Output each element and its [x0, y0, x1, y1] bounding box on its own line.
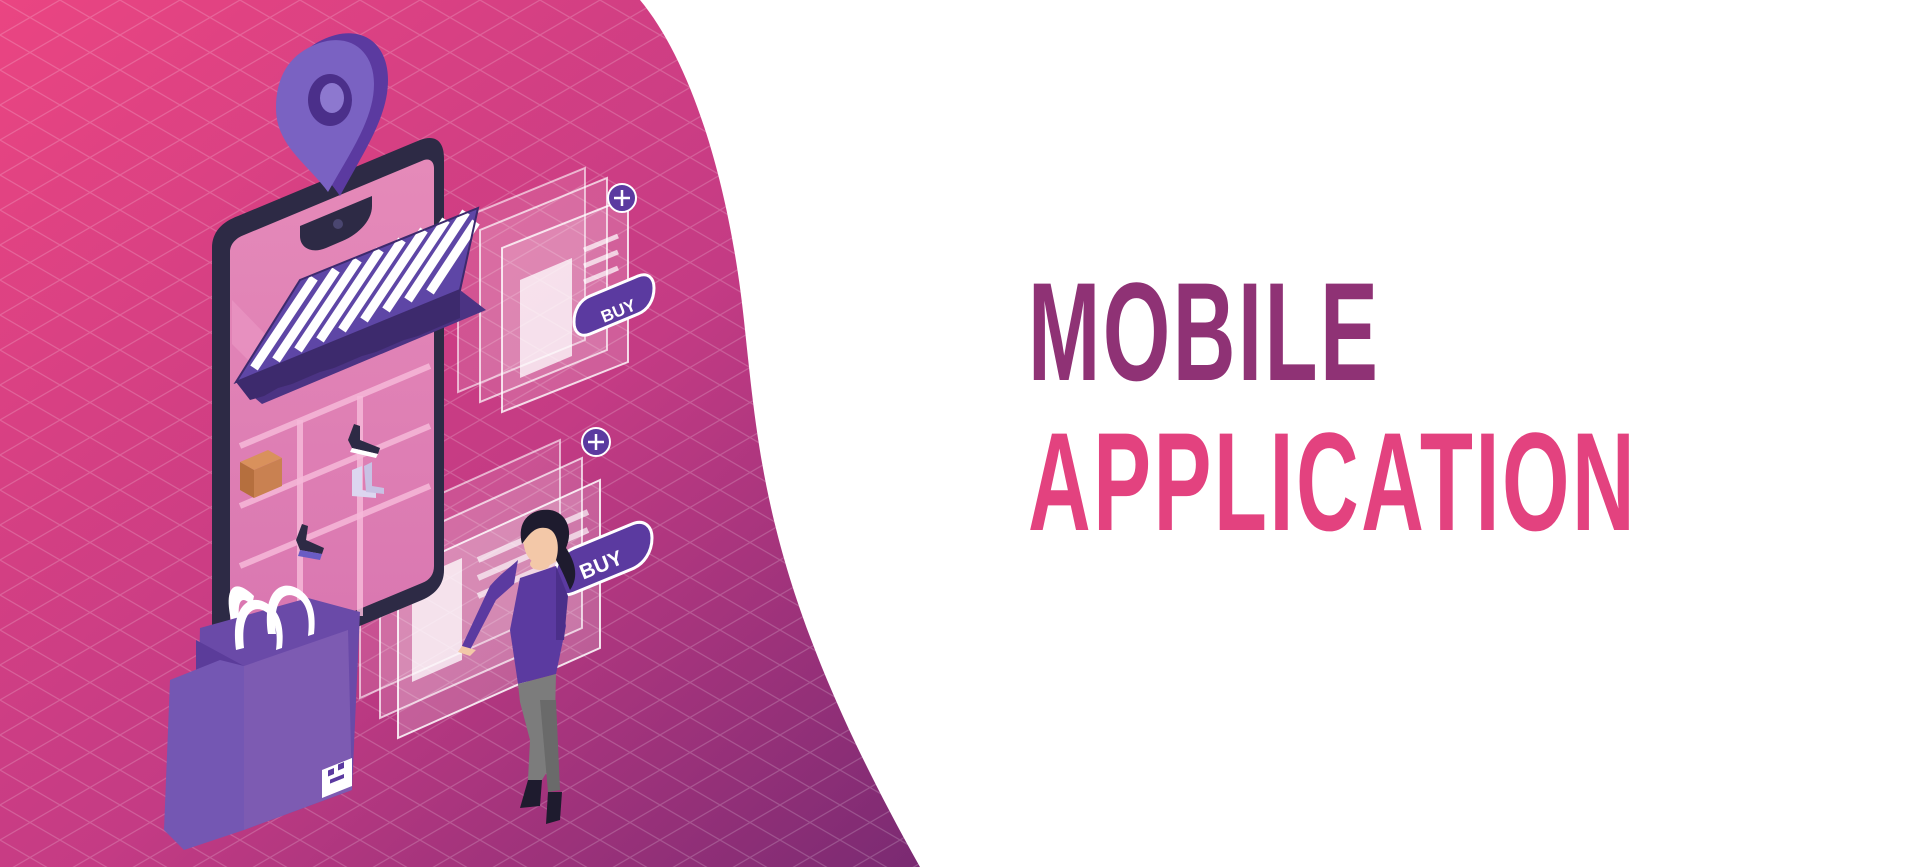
- headline-line-2: APPLICATION: [1028, 403, 1638, 560]
- headline: MOBILE APPLICATION: [1028, 262, 1920, 562]
- plus-icon[interactable]: [607, 183, 637, 213]
- background-wave: [0, 0, 920, 867]
- banner: BUY BUY MOBILE APPLICATION: [0, 0, 1920, 867]
- headline-line-1: MOBILE: [1028, 253, 1381, 410]
- plus-icon[interactable]: [581, 427, 611, 457]
